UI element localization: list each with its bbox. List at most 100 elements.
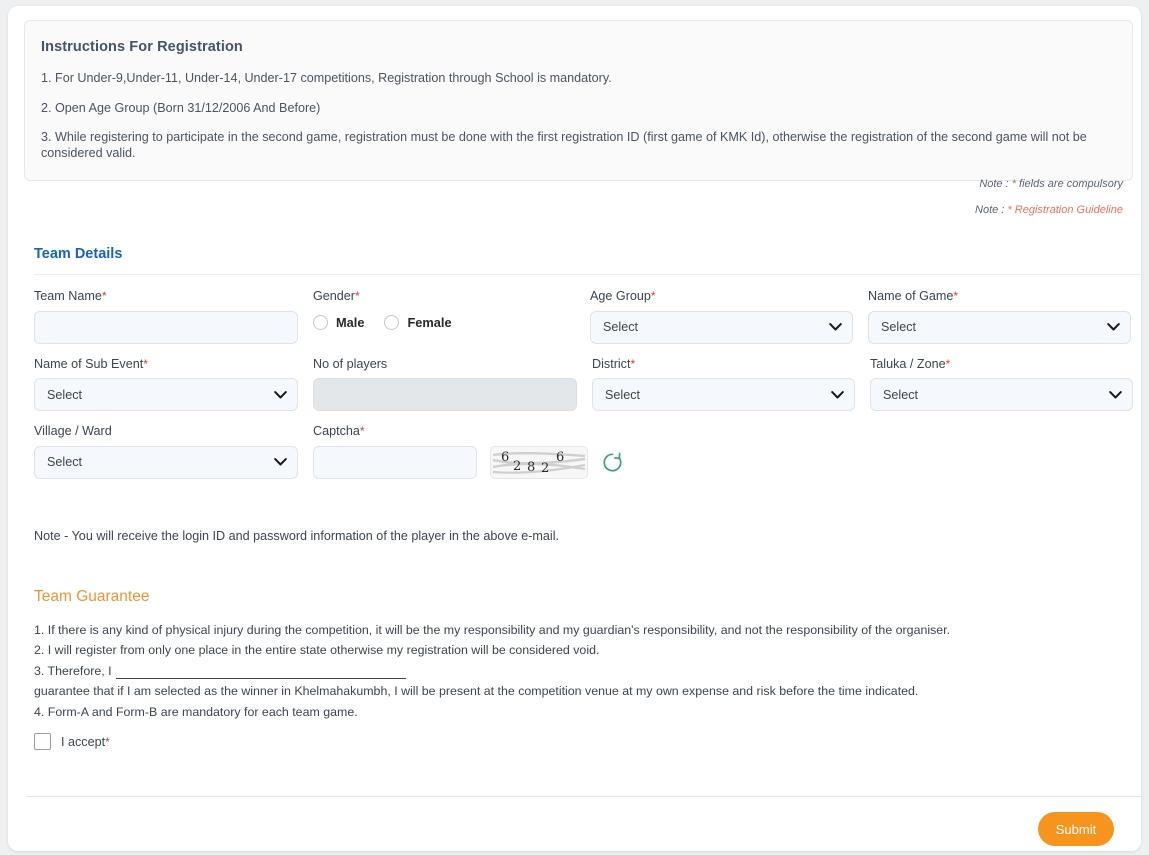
team-name-label-text: Team Name	[34, 289, 102, 303]
gender-radio-group: Male Female	[313, 311, 575, 330]
submit-button[interactable]: Submit	[1038, 812, 1114, 846]
district-select-wrap: Select	[592, 378, 855, 412]
field-no-of-players: No of players	[313, 356, 592, 412]
captcha-image: 6 2 8 2 6	[490, 445, 588, 479]
no-of-players-input	[313, 378, 577, 412]
required-asterisk: *	[953, 289, 959, 303]
field-name-of-sub-event: Name of Sub Event* Select	[34, 356, 313, 412]
refresh-captcha-icon[interactable]	[602, 452, 623, 473]
section-divider	[34, 274, 1141, 275]
team-details-form: Team Name* Gender* Male Female Age Group…	[34, 290, 1141, 493]
team-guarantee-list: 1. If there is any kind of physical inju…	[34, 622, 1124, 724]
team-guarantee-title: Team Guarantee	[34, 588, 150, 605]
guarantee-item-3-continuation: guarantee that if I am selected as the w…	[34, 684, 919, 699]
field-gender: Gender* Male Female	[313, 290, 590, 344]
village-ward-label-text: Village / Ward	[34, 424, 112, 439]
field-name-of-game: Name of Game* Select	[868, 290, 1141, 344]
svg-text:8: 8	[527, 460, 535, 475]
guarantee-item-1: 1. If there is any kind of physical inju…	[34, 623, 951, 637]
note-compulsory-prefix: Note :	[979, 178, 1012, 190]
guarantee-item-4: 4. Form-A and Form-B are mandatory for e…	[34, 704, 358, 719]
required-asterisk: *	[945, 356, 951, 371]
note-guideline-prefix: Note :	[975, 204, 1008, 216]
district-label: District*	[592, 356, 855, 371]
sub-event-label-text: Name of Sub Event	[34, 356, 144, 371]
team-details-section-title: Team Details	[34, 246, 123, 262]
svg-text:6: 6	[501, 450, 509, 465]
name-of-game-label: Name of Game*	[868, 290, 1131, 303]
required-asterisk: *	[630, 356, 636, 371]
name-of-game-label-text: Name of Game	[868, 289, 954, 303]
no-of-players-label-text: No of players	[313, 356, 388, 371]
taluka-zone-label-text: Taluka / Zone	[870, 356, 946, 371]
guarantee-item-3-prefix: 3. Therefore, I	[34, 663, 112, 678]
captcha-label: Captcha*	[313, 425, 623, 438]
accept-row: I accept*	[34, 733, 110, 750]
captcha-label-text: Captcha	[313, 424, 360, 439]
gender-label-text: Gender	[313, 289, 356, 303]
registration-form-card: Instructions For Registration 1. For Und…	[8, 6, 1141, 851]
radio-circle-icon[interactable]	[313, 314, 328, 330]
taluka-zone-select[interactable]: Select	[870, 378, 1133, 412]
accept-checkbox[interactable]	[34, 733, 51, 750]
radio-circle-icon[interactable]	[384, 314, 400, 330]
instructions-panel: Instructions For Registration 1. For Und…	[24, 20, 1133, 181]
age-group-select[interactable]: Select	[590, 310, 853, 344]
field-district: District* Select	[592, 356, 870, 412]
field-village-ward: Village / Ward Select	[34, 425, 313, 479]
form-row-1: Team Name* Gender* Male Female Age Group…	[34, 290, 1141, 344]
gender-option-male-label: Male	[336, 314, 365, 330]
required-asterisk: *	[105, 734, 110, 749]
instruction-item-3: 3. While registering to participate in t…	[41, 130, 1087, 161]
note-compulsory-text: fields are compulsory	[1016, 178, 1123, 190]
instruction-item-2: 2. Open Age Group (Born 31/12/2006 And B…	[41, 100, 321, 115]
gender-radio-female[interactable]: Female	[384, 314, 452, 330]
note-guideline[interactable]: Note : * Registration Guideline	[975, 204, 1123, 216]
name-of-game-select[interactable]: Select	[868, 310, 1131, 344]
required-asterisk: *	[359, 424, 365, 439]
form-row-2: Name of Sub Event* Select No of players …	[34, 356, 1141, 412]
district-select[interactable]: Select	[592, 378, 855, 412]
svg-text:2: 2	[541, 461, 549, 476]
team-name-label: Team Name*	[34, 290, 298, 303]
accept-label-text: I accept	[61, 734, 106, 749]
form-row-3: Village / Ward Select Captcha* 6 2 8 2 6	[34, 425, 1141, 479]
instructions-heading: Instructions For Registration	[41, 39, 243, 55]
taluka-zone-label: Taluka / Zone*	[870, 356, 1133, 371]
gender-radio-male[interactable]: Male	[313, 314, 365, 330]
email-credentials-note: Note - You will receive the login ID and…	[34, 529, 560, 543]
svg-text:6: 6	[556, 450, 564, 465]
field-taluka-zone: Taluka / Zone* Select	[870, 356, 1141, 412]
name-of-game-select-wrap: Select	[868, 310, 1131, 344]
notes-block: Note : * fields are compulsory Note : * …	[975, 178, 1123, 216]
captcha-input[interactable]	[313, 445, 477, 479]
accept-label: I accept*	[61, 735, 110, 749]
taluka-zone-select-wrap: Select	[870, 378, 1133, 412]
field-team-name: Team Name*	[34, 290, 313, 344]
guarantee-item-2: 2. I will register from only one place i…	[34, 643, 600, 658]
sub-event-select-wrap: Select	[34, 378, 298, 412]
village-ward-select[interactable]: Select	[34, 445, 298, 479]
gender-label: Gender*	[313, 290, 575, 303]
svg-text:2: 2	[513, 459, 521, 474]
village-ward-select-wrap: Select	[34, 445, 298, 479]
guarantee-name-blank-line[interactable]	[115, 667, 406, 680]
village-ward-label: Village / Ward	[34, 425, 298, 438]
footer-divider	[26, 796, 1141, 797]
guarantee-item-3: 3. Therefore, I	[34, 663, 1124, 680]
sub-event-label: Name of Sub Event*	[34, 356, 298, 371]
name-of-sub-event-select[interactable]: Select	[34, 378, 298, 412]
age-group-label: Age Group*	[590, 290, 853, 303]
captcha-row: 6 2 8 2 6	[313, 445, 623, 479]
district-label-text: District	[592, 356, 631, 371]
registration-guideline-link[interactable]: Registration Guideline	[1012, 204, 1123, 216]
gender-option-female-label: Female	[407, 314, 452, 330]
field-age-group: Age Group* Select	[590, 290, 868, 344]
required-asterisk: *	[101, 289, 107, 303]
team-name-input[interactable]	[34, 310, 298, 344]
age-group-label-text: Age Group	[590, 289, 651, 303]
age-group-select-wrap: Select	[590, 310, 853, 344]
required-asterisk: *	[355, 289, 360, 303]
no-of-players-label: No of players	[313, 356, 577, 371]
required-asterisk: *	[650, 289, 656, 303]
